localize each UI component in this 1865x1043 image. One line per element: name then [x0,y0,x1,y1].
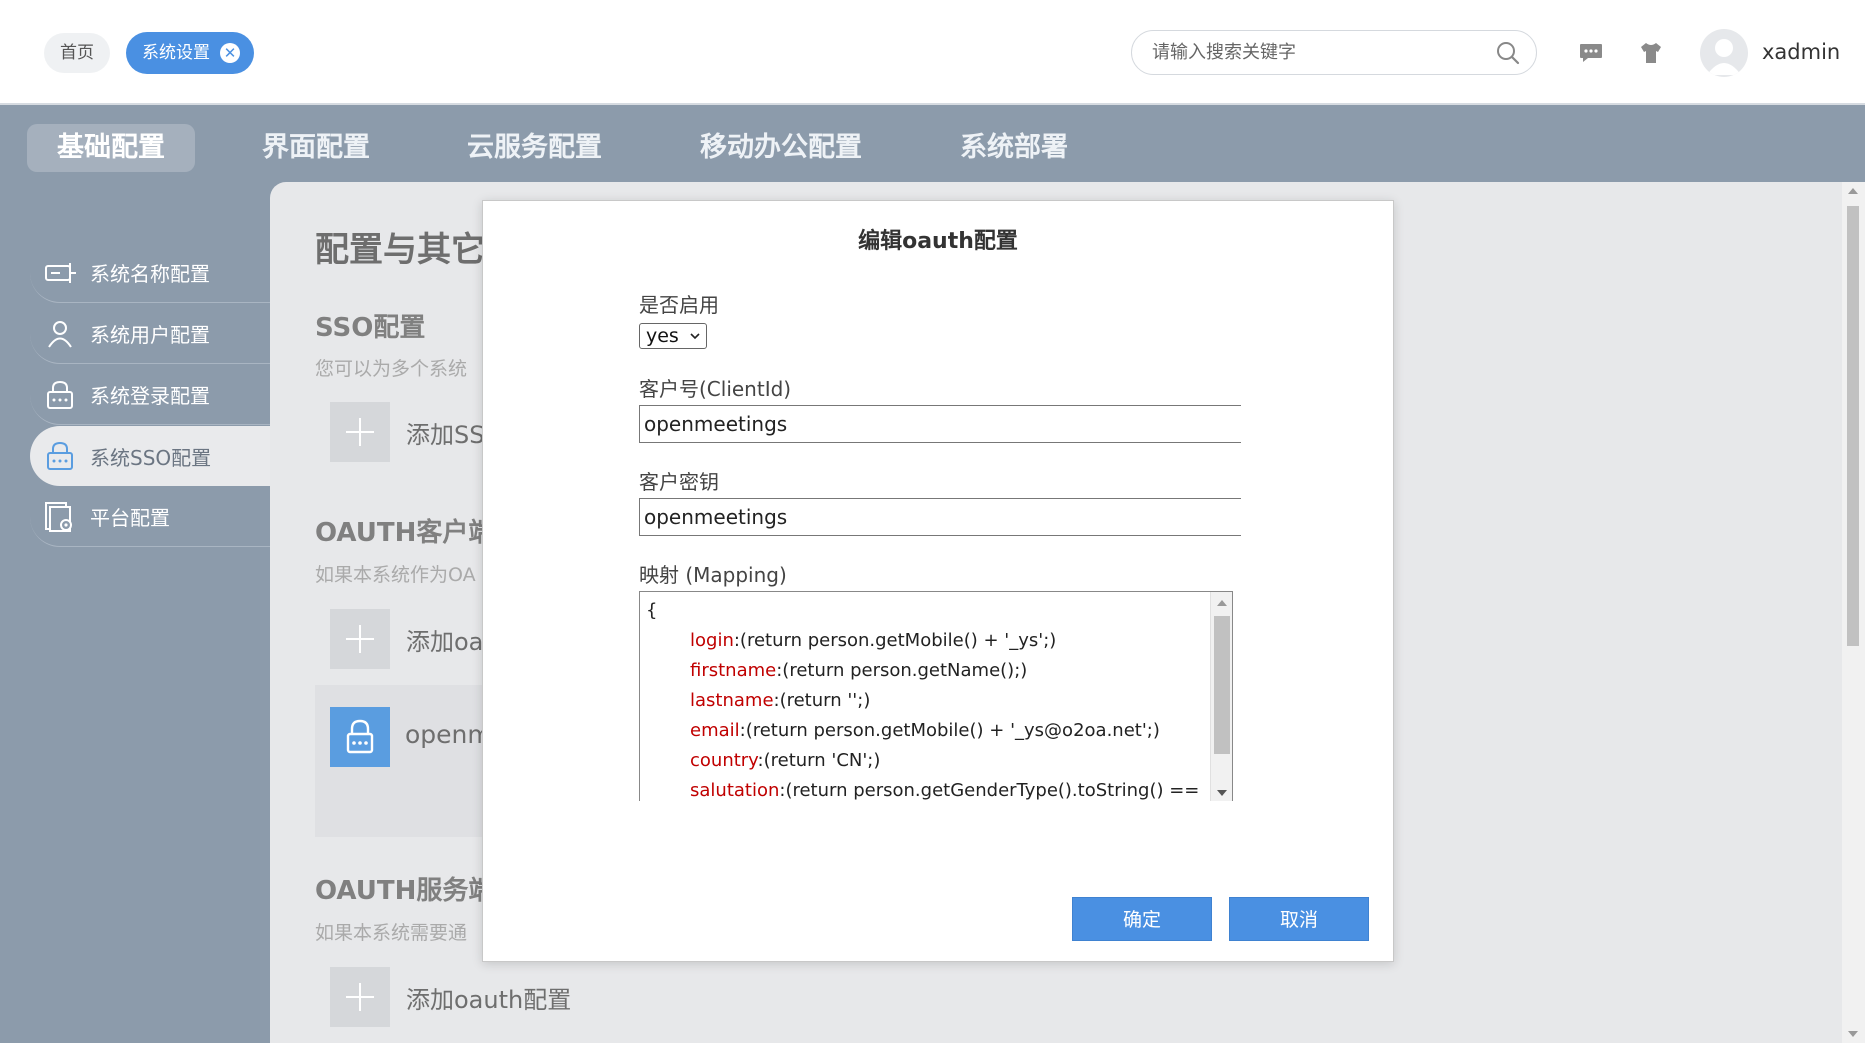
user-icon [48,320,72,348]
mapping-key: lastname [690,690,774,711]
mapping-value: :(return '';) [773,690,871,711]
oauth-server-heading: OAUTH服务端 [315,876,495,906]
mapping-line: lastname:(return '';) [690,690,870,711]
mapping-value: :(return person.getMobile() + '_ys@o2oa.… [739,720,1160,741]
mapping-value: :(return person.getMobile() + '_ys';) [733,630,1057,651]
mapping-scrollbar[interactable] [1210,592,1232,801]
nav-interface-config[interactable]: 界面配置 [262,124,370,172]
sso-heading: SSO配置 [315,313,426,343]
chat-icon[interactable] [1578,40,1604,66]
add-sso-button[interactable]: 添加SSO [330,402,503,462]
plus-icon [330,402,390,462]
sidebar-item-system-name[interactable]: 系统名称配置 [30,243,270,303]
add-oauth-client-button[interactable]: 添加oa [330,609,483,669]
nav-system-deploy[interactable]: 系统部署 [960,124,1068,172]
avatar-user-icon [1707,39,1741,75]
search-box [1131,30,1537,75]
close-icon[interactable]: ✕ [220,43,240,63]
oauth-client-description: 如果本系统作为OA [315,564,476,586]
mapping-value: :(return 'CN';) [757,750,881,771]
sidebar-item-label: 系统用户配置 [90,323,210,347]
sidebar-item-system-sso[interactable]: 系统SSO配置 [30,426,270,486]
scrollbar-thumb[interactable] [1847,206,1859,646]
add-oauth-client-label: 添加oa [406,627,484,656]
confirm-button[interactable]: 确定 [1072,897,1212,941]
sidebar-item-label: 系统登录配置 [90,384,210,408]
mapping-line: login:(return person.getMobile() + '_ys'… [690,630,1056,651]
search-input[interactable] [1152,31,1492,74]
sidebar-item-system-user[interactable]: 系统用户配置 [30,304,270,364]
oauth-client-heading: OAUTH客户端 [315,518,495,548]
search-icon[interactable] [1496,41,1520,65]
platform-settings-icon [45,501,72,532]
mapping-key: country [690,750,758,771]
mapping-line: firstname:(return person.getName();) [690,660,1027,681]
scroll-down-arrow[interactable] [1217,790,1227,796]
plus-icon [330,967,390,1027]
oauth-server-description: 如果本系统需要通 [315,922,468,944]
lock-icon [330,707,390,767]
mapping-open-brace: { [646,600,658,621]
add-oauth-server-label: 添加oauth配置 [406,985,572,1014]
mapping-textarea[interactable]: { login:(return person.getMobile() + '_y… [639,591,1233,801]
sidebar-item-label: 平台配置 [90,506,170,530]
mapping-line: email:(return person.getMobile() + '_ys@… [690,720,1160,741]
nav-basic-config[interactable]: 基础配置 [27,124,195,172]
lock-icon [47,441,73,470]
mapping-key: firstname [690,660,777,681]
mapping-line: country:(return 'CN';) [690,750,880,771]
scroll-up-arrow[interactable] [1217,600,1227,606]
add-oauth-server-button[interactable]: 添加oauth配置 [330,967,571,1027]
scroll-up-arrow[interactable] [1848,188,1858,194]
scrollbar-thumb[interactable] [1214,616,1230,754]
mapping-key: email [690,720,740,741]
sidebar-item-label: 系统名称配置 [90,262,210,286]
sidebar-item-system-login[interactable]: 系统登录配置 [30,365,270,425]
client-id-label: 客户号(ClientId) [639,377,792,401]
client-secret-input[interactable]: openmeetings [639,498,1241,536]
lock-icon [47,380,73,409]
plus-icon [330,609,390,669]
mapping-line: salutation:(return person.getGenderType(… [690,780,1199,801]
tab-system-settings-label: 系统设置 [142,43,210,63]
sso-description: 您可以为多个系统 [315,358,468,380]
shirt-icon[interactable] [1638,40,1664,66]
enable-select-value: yes [646,325,679,347]
top-header: 首页 系统设置 ✕ xadmin [0,0,1865,105]
username[interactable]: xadmin [1762,40,1840,64]
client-id-input[interactable]: openmeetings [639,405,1241,443]
page-title: 配置与其它 [315,230,485,270]
mapping-value: :(return person.getName();) [776,660,1028,681]
tab-system-settings[interactable]: 系统设置 ✕ [126,32,254,74]
dialog-title: 编辑oauth配置 [858,229,1018,254]
sidebar-item-platform[interactable]: 平台配置 [30,487,270,547]
tab-home[interactable]: 首页 [44,33,110,73]
scroll-down-arrow[interactable] [1848,1031,1858,1037]
sidebar-item-label: 系统SSO配置 [90,445,212,470]
enable-select[interactable]: yes [639,323,707,349]
enable-label: 是否启用 [639,293,719,317]
chevron-down-icon [690,333,700,340]
mapping-key: salutation [690,780,780,801]
edit-oauth-dialog: 编辑oauth配置 是否启用 yes 客户号(ClientId) openmee… [482,200,1394,962]
mapping-value: :(return person.getGenderType().toString… [779,780,1200,801]
client-secret-label: 客户密钥 [639,470,719,494]
avatar[interactable] [1700,29,1748,77]
mapping-key: login [690,630,734,651]
cancel-button[interactable]: 取消 [1229,897,1369,941]
page-scrollbar[interactable] [1842,182,1865,1043]
oauth-client-card-label: openm [405,720,492,749]
mapping-label: 映射 (Mapping) [639,563,787,587]
name-tag-icon [45,262,76,283]
nav-mobile-office-config[interactable]: 移动办公配置 [700,124,862,172]
nav-cloud-service-config[interactable]: 云服务配置 [467,124,602,172]
